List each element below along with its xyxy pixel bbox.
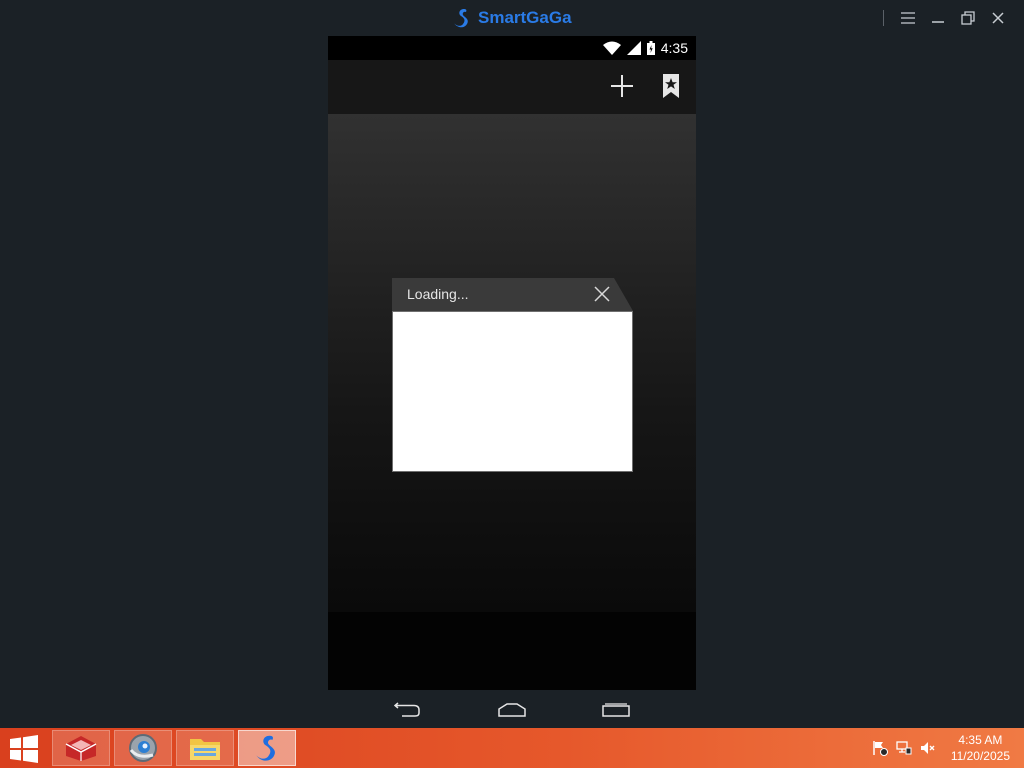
emulator-titlebar: SmartGaGa xyxy=(0,0,1024,36)
minimize-icon[interactable] xyxy=(930,10,946,26)
clock-date: 11/20/2025 xyxy=(950,749,1010,763)
dialog-close-icon[interactable] xyxy=(594,286,610,302)
back-icon[interactable] xyxy=(394,702,422,718)
network-icon[interactable] xyxy=(896,740,912,756)
system-tray xyxy=(872,740,936,756)
android-statusbar: 4:35 xyxy=(328,36,696,60)
app-title-text: SmartGaGa xyxy=(478,8,572,27)
android-navbar xyxy=(328,690,696,728)
taskbar-browser-app[interactable] xyxy=(114,730,172,766)
battery-icon xyxy=(646,41,655,55)
volume-muted-icon[interactable] xyxy=(920,740,936,756)
folder-icon xyxy=(190,739,220,760)
browser-actionbar xyxy=(328,60,696,114)
loading-dialog-title: Loading... xyxy=(407,286,469,302)
screen-bottom-area xyxy=(328,612,696,690)
windows-taskbar: 4:35 AM 11/20/2025 xyxy=(0,728,1024,768)
taskbar-gamecenter-app[interactable] xyxy=(52,730,110,766)
bookmark-star-icon[interactable] xyxy=(661,73,681,99)
home-icon[interactable] xyxy=(498,702,526,718)
gamecenter-app-icon xyxy=(65,736,97,761)
recents-icon[interactable] xyxy=(602,702,630,718)
loading-dialog: Loading... xyxy=(392,278,633,472)
windows-start-icon[interactable] xyxy=(10,735,38,763)
action-center-flag-icon[interactable] xyxy=(872,740,888,756)
signal-icon xyxy=(626,41,641,55)
status-time: 4:35 xyxy=(660,40,688,56)
swan-logo-icon xyxy=(454,9,468,28)
taskbar-smartgaga-app[interactable] xyxy=(238,730,296,766)
clock-time: 4:35 AM xyxy=(958,733,1003,747)
window-controls xyxy=(883,8,1006,28)
restore-icon[interactable] xyxy=(960,10,976,26)
taskbar-file-explorer-app[interactable] xyxy=(176,730,234,766)
menu-icon[interactable] xyxy=(900,10,916,26)
wifi-icon xyxy=(602,41,621,55)
add-icon[interactable] xyxy=(609,73,635,99)
close-icon[interactable] xyxy=(990,10,1006,26)
loading-dialog-body xyxy=(392,311,633,472)
browser-app-icon xyxy=(129,734,157,762)
window-controls-separator xyxy=(883,10,884,26)
taskbar-clock[interactable]: 4:35 AM 11/20/2025 xyxy=(951,732,1010,764)
app-title: SmartGaGa xyxy=(452,6,572,30)
swan-logo-icon xyxy=(256,735,275,761)
